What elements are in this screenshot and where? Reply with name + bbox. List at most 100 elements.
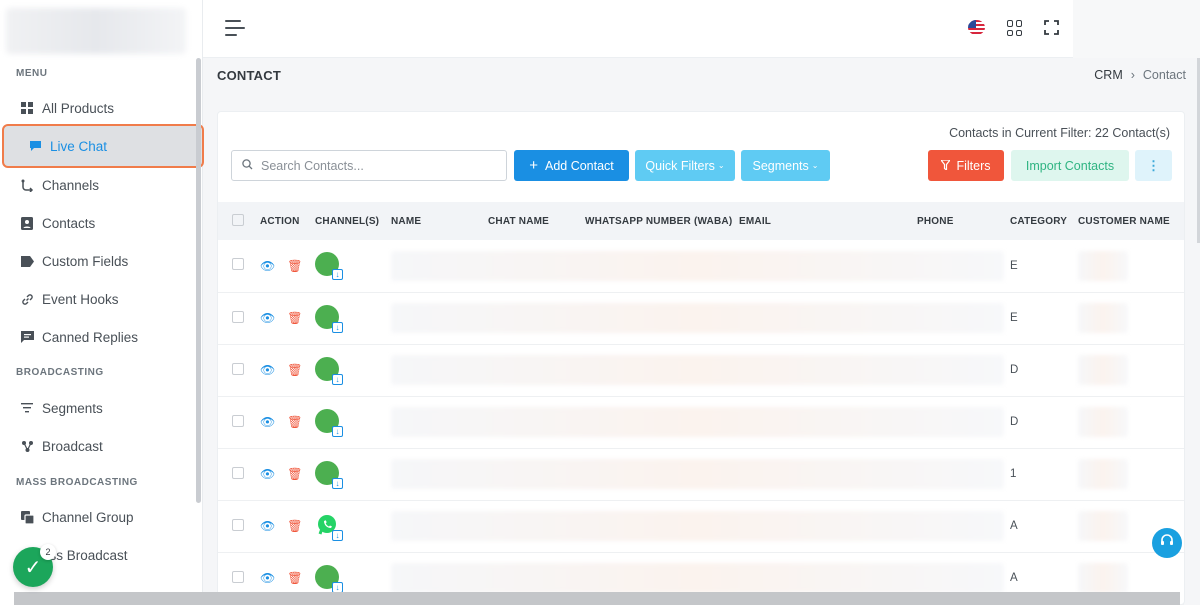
fullscreen-icon[interactable] [1044,20,1059,35]
row-checkbox[interactable] [232,310,244,323]
delete-trash-icon[interactable]: 🗑︎ [287,259,302,273]
horizontal-scrollbar[interactable] [14,592,1180,605]
column-header: ACTION [260,215,300,227]
delete-trash-icon[interactable]: 🗑︎ [287,467,302,481]
column-header[interactable]: EMAIL [733,202,911,240]
table-row[interactable]: 👁︎ 🗑︎ ↓ E [218,240,1184,292]
topbar [203,0,1200,58]
sidebar-item-label: Channels [42,177,100,193]
sidebar-item-label: Live Chat [50,138,108,154]
contacts-icon [20,216,34,230]
table-row[interactable]: 👁︎ 🗑︎ ↓ 1 [218,448,1184,500]
category-cell: 1 [1010,468,1017,480]
table-row[interactable]: 👁︎ 🗑︎ ↓ A [218,500,1184,552]
apps-grid-icon[interactable] [1007,20,1023,36]
support-button[interactable] [1152,528,1182,558]
row-checkbox[interactable] [232,362,244,375]
sidebar-item-segments[interactable]: Segments [0,389,196,427]
search-input[interactable] [261,158,491,173]
search-box[interactable] [231,150,507,181]
breadcrumb-contact: Contact [1142,68,1186,82]
redacted-contact-info [391,407,1004,437]
row-checkbox[interactable] [232,414,244,427]
quick-filters-button[interactable]: Quick Filters ⌄ [635,150,735,181]
view-eye-icon[interactable]: 👁︎ [260,571,275,585]
filter-count: Contacts in Current Filter: 22 Contact(s… [949,126,1170,140]
quick-filters-label: Quick Filters [645,158,715,173]
contacts-table: ACTION CHANNEL(S) NAME CHAT NAME WHATSAP… [218,202,1184,605]
user-avatar[interactable] [1073,0,1200,58]
add-contact-button[interactable]: + Add Contact [514,150,629,181]
sidebar-item-contacts[interactable]: Contacts [0,204,196,242]
row-checkbox[interactable] [232,258,244,271]
channel-avatar-icon: ↓ [315,304,343,333]
breadcrumb-crm[interactable]: CRM [1094,68,1122,82]
column-header[interactable]: PHONE [911,202,1004,240]
chat-icon [28,139,42,153]
sidebar-scrollbar[interactable] [196,58,201,503]
view-eye-icon[interactable]: 👁︎ [260,415,275,429]
view-eye-icon[interactable]: 👁︎ [260,363,275,377]
menu-toggle-icon[interactable] [225,20,245,41]
sidebar-item-all-products[interactable]: All Products [0,89,196,127]
channels-icon [20,178,34,192]
check-icon: ✓ [24,556,42,579]
delete-trash-icon[interactable]: 🗑︎ [287,519,302,533]
sidebar-item-live-chat[interactable]: Live Chat [2,124,204,168]
logo[interactable] [0,0,202,58]
delete-trash-icon[interactable]: 🗑︎ [287,363,302,377]
row-checkbox[interactable] [232,570,244,583]
table-row[interactable]: 👁︎ 🗑︎ ↓ D [218,344,1184,396]
breadcrumb: CRM › Contact [1094,68,1186,82]
delete-trash-icon[interactable]: 🗑︎ [287,311,302,325]
redacted-customer-name [1078,459,1128,489]
download-icon: ↓ [332,425,343,437]
import-contacts-button[interactable]: Import Contacts [1011,150,1129,181]
row-checkbox[interactable] [232,518,244,531]
contacts-card: Contacts in Current Filter: 22 Contact(s… [217,111,1185,605]
sidebar-item-broadcast[interactable]: Broadcast [0,427,196,465]
table-row[interactable]: 👁︎ 🗑︎ ↓ E [218,292,1184,344]
column-header[interactable]: CHANNEL(S) [309,202,385,240]
section-title-broadcasting: BROADCASTING [16,367,104,378]
segments-label: Segments [752,158,809,173]
delete-trash-icon[interactable]: 🗑︎ [287,415,302,429]
more-options-button[interactable]: ⋮ [1135,150,1172,181]
page-title: CONTACT [217,67,281,83]
filters-button[interactable]: Filters [928,150,1004,181]
sidebar-item-label: Broadcast [42,438,103,454]
row-checkbox[interactable] [232,466,244,479]
filters-label: Filters [956,158,991,173]
sidebar-item-channel-group[interactable]: Channel Group [0,498,196,536]
view-eye-icon[interactable]: 👁︎ [260,311,275,325]
view-eye-icon[interactable]: 👁︎ [260,259,275,273]
sidebar: MENU All Products Live Chat Channels Con… [0,0,204,605]
view-eye-icon[interactable]: 👁︎ [260,467,275,481]
view-eye-icon[interactable]: 👁︎ [260,519,275,533]
broadcast-icon [20,439,34,453]
sidebar-item-channels[interactable]: Channels [0,166,196,204]
table-row[interactable]: 👁︎ 🗑︎ ↓ D [218,396,1184,448]
channel-avatar-icon: ↓ [315,356,343,385]
search-icon [242,157,253,175]
notification-badge: 2 [40,544,56,560]
column-header[interactable]: CATEGORY [1004,202,1072,240]
column-header[interactable]: CHAT NAME [482,202,579,240]
sidebar-item-canned-replies[interactable]: Canned Replies [0,318,196,356]
category-cell: A [1010,520,1018,532]
redacted-contact-info [391,459,1004,489]
column-header[interactable]: CUSTOMER NAME [1072,202,1184,240]
delete-trash-icon[interactable]: 🗑︎ [287,571,302,585]
headset-icon [1159,533,1175,554]
segments-button[interactable]: Segments ⌄ [741,150,830,181]
column-header[interactable]: NAME [385,202,482,240]
download-icon: ↓ [332,581,343,593]
us-flag-icon[interactable] [968,20,985,35]
redacted-customer-name [1078,563,1128,593]
select-all-checkbox[interactable] [232,213,244,226]
column-header[interactable]: WHATSAPP NUMBER (WABA) [579,202,733,240]
sidebar-item-custom-fields[interactable]: Custom Fields [0,242,196,280]
sidebar-item-event-hooks[interactable]: Event Hooks [0,280,196,318]
channel-avatar-icon: ↓ [315,408,343,437]
chevron-down-icon: ⌄ [717,161,725,170]
